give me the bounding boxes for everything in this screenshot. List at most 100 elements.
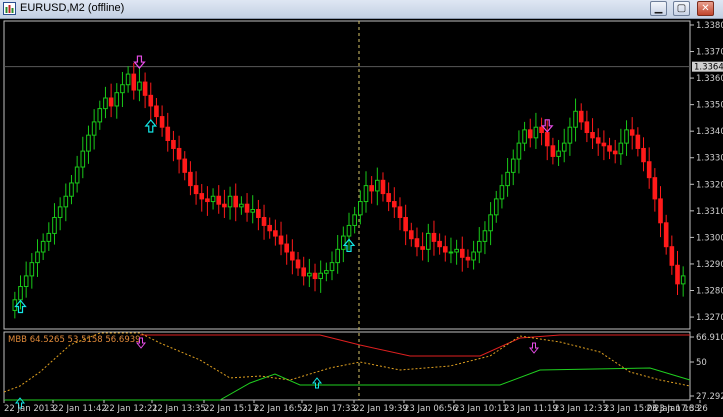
candle-body[interactable] xyxy=(91,121,97,136)
candle-body[interactable] xyxy=(18,286,23,301)
candle-body[interactable] xyxy=(244,203,250,213)
candle-body[interactable] xyxy=(578,110,584,123)
candle-body[interactable] xyxy=(641,147,646,163)
candle-body[interactable] xyxy=(307,272,312,277)
candle-body[interactable] xyxy=(29,262,35,277)
candle-body[interactable] xyxy=(52,216,57,234)
candle-body[interactable] xyxy=(23,275,29,288)
candle-body[interactable] xyxy=(74,166,80,184)
candle-body[interactable] xyxy=(193,185,199,195)
candle-body[interactable] xyxy=(142,81,148,96)
candle-body[interactable] xyxy=(324,270,329,274)
candle-body[interactable] xyxy=(159,116,165,128)
candle-body[interactable] xyxy=(442,246,448,253)
candle-body[interactable] xyxy=(69,182,74,197)
candle-body[interactable] xyxy=(567,126,573,144)
candle-body[interactable] xyxy=(239,203,244,208)
candle-body[interactable] xyxy=(459,248,465,258)
candle-body[interactable] xyxy=(629,129,635,136)
candle-body[interactable] xyxy=(97,108,103,123)
candle-body[interactable] xyxy=(80,150,86,168)
candle-body[interactable] xyxy=(601,142,607,147)
candle-body[interactable] xyxy=(386,193,391,203)
candle-body[interactable] xyxy=(301,267,307,277)
price-chart[interactable]: 1.33805 1.33705 1.33605 1.33505 1.33405 1.333… xyxy=(0,0,723,417)
candle-body[interactable] xyxy=(516,142,522,160)
candle-body[interactable] xyxy=(493,198,499,216)
candle-body[interactable] xyxy=(414,238,420,248)
candle-body[interactable] xyxy=(63,195,69,208)
candle-body[interactable] xyxy=(108,97,114,107)
candle-body[interactable] xyxy=(250,209,256,213)
candle-body[interactable] xyxy=(488,214,493,232)
candle-body[interactable] xyxy=(227,195,233,208)
candle-body[interactable] xyxy=(595,137,601,144)
candle-body[interactable] xyxy=(573,110,578,128)
candle-body[interactable] xyxy=(35,251,40,264)
candle-body[interactable] xyxy=(408,230,414,240)
candle-body[interactable] xyxy=(669,246,675,266)
candle-body[interactable] xyxy=(295,259,301,269)
candle-body[interactable] xyxy=(188,171,193,187)
candle-body[interactable] xyxy=(471,251,476,261)
candle-body[interactable] xyxy=(375,179,380,192)
candle-body[interactable] xyxy=(561,142,567,152)
candle-body[interactable] xyxy=(205,198,210,203)
candle-body[interactable] xyxy=(420,246,425,250)
candle-body[interactable] xyxy=(476,240,482,253)
candle-body[interactable] xyxy=(273,230,278,237)
candle-body[interactable] xyxy=(335,248,340,264)
candle-body[interactable] xyxy=(176,147,182,160)
candle-body[interactable] xyxy=(216,195,222,205)
candle-body[interactable] xyxy=(680,275,686,285)
candle-body[interactable] xyxy=(380,179,386,195)
candle-body[interactable] xyxy=(663,222,669,248)
candle-body[interactable] xyxy=(618,142,624,155)
candle-body[interactable] xyxy=(154,105,159,118)
candle-body[interactable] xyxy=(267,224,273,232)
candle-body[interactable] xyxy=(256,209,261,218)
candle-body[interactable] xyxy=(369,185,374,192)
candle-body[interactable] xyxy=(607,145,612,152)
candle-body[interactable] xyxy=(86,134,91,152)
candle-body[interactable] xyxy=(341,235,346,250)
candle-body[interactable] xyxy=(584,121,590,134)
candle-body[interactable] xyxy=(437,240,442,248)
candle-body[interactable] xyxy=(505,171,510,187)
candle-body[interactable] xyxy=(171,139,176,149)
candle-body[interactable] xyxy=(522,129,527,144)
candle-body[interactable] xyxy=(539,126,544,134)
candle-body[interactable] xyxy=(431,232,437,242)
candle-body[interactable] xyxy=(363,185,369,203)
candle-body[interactable] xyxy=(114,92,120,107)
candle-body[interactable] xyxy=(527,129,533,139)
candle-body[interactable] xyxy=(165,126,171,141)
candle-body[interactable] xyxy=(624,129,629,144)
candle-body[interactable] xyxy=(284,243,290,253)
candle-body[interactable] xyxy=(57,206,63,218)
candle-body[interactable] xyxy=(482,230,488,242)
candle-body[interactable] xyxy=(131,73,137,91)
candle-body[interactable] xyxy=(278,235,284,245)
candle-body[interactable] xyxy=(182,158,188,173)
candle-body[interactable] xyxy=(199,193,205,200)
candle-body[interactable] xyxy=(499,185,505,200)
candle-body[interactable] xyxy=(391,201,397,208)
candle-body[interactable] xyxy=(40,240,46,253)
candle-body[interactable] xyxy=(318,272,323,280)
candle-body[interactable] xyxy=(533,126,539,139)
candle-body[interactable] xyxy=(635,134,641,149)
candle-body[interactable] xyxy=(465,256,471,261)
candle-body[interactable] xyxy=(103,97,108,110)
candle-body[interactable] xyxy=(233,195,239,208)
candle-body[interactable] xyxy=(448,251,454,254)
candle-body[interactable] xyxy=(329,262,335,272)
candle-body[interactable] xyxy=(46,232,52,242)
candle-body[interactable] xyxy=(125,73,131,86)
candle-body[interactable] xyxy=(346,224,352,237)
candle-body[interactable] xyxy=(312,272,318,280)
candle-body[interactable] xyxy=(358,201,363,216)
candle-body[interactable] xyxy=(137,81,142,91)
candle-body[interactable] xyxy=(510,158,516,173)
candle-body[interactable] xyxy=(556,150,561,157)
